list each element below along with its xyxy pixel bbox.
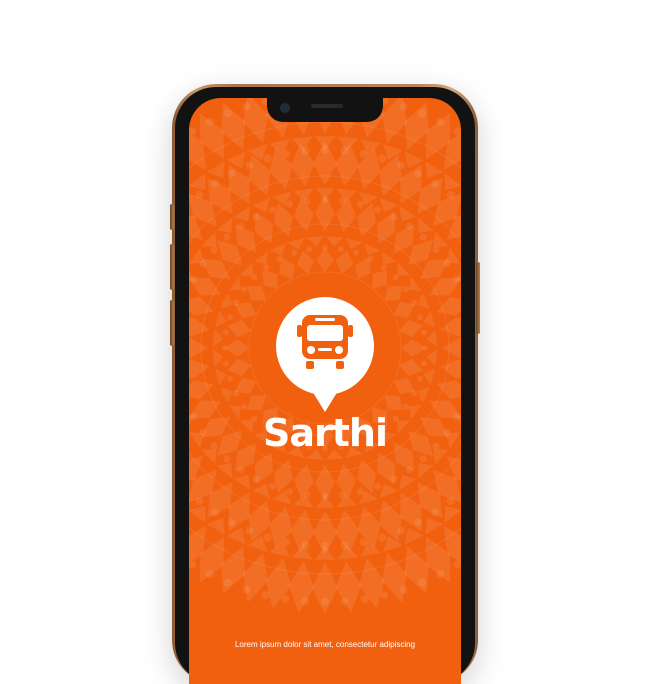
silent-switch (170, 204, 174, 230)
power-button (476, 262, 480, 334)
app-name: Sarthi (189, 411, 461, 455)
camera-icon (280, 103, 290, 113)
speaker-grille (311, 104, 343, 108)
volume-down-button (170, 300, 174, 346)
footer-text: Lorem ipsum dolor sit amet, consectetur … (189, 640, 461, 649)
app-logo (269, 294, 381, 419)
splash-screen: Sarthi Lorem ipsum dolor sit amet, conse… (189, 98, 461, 684)
camera-notch (267, 98, 383, 122)
phone-frame: Sarthi Lorem ipsum dolor sit amet, conse… (172, 84, 478, 684)
volume-up-button (170, 244, 174, 290)
